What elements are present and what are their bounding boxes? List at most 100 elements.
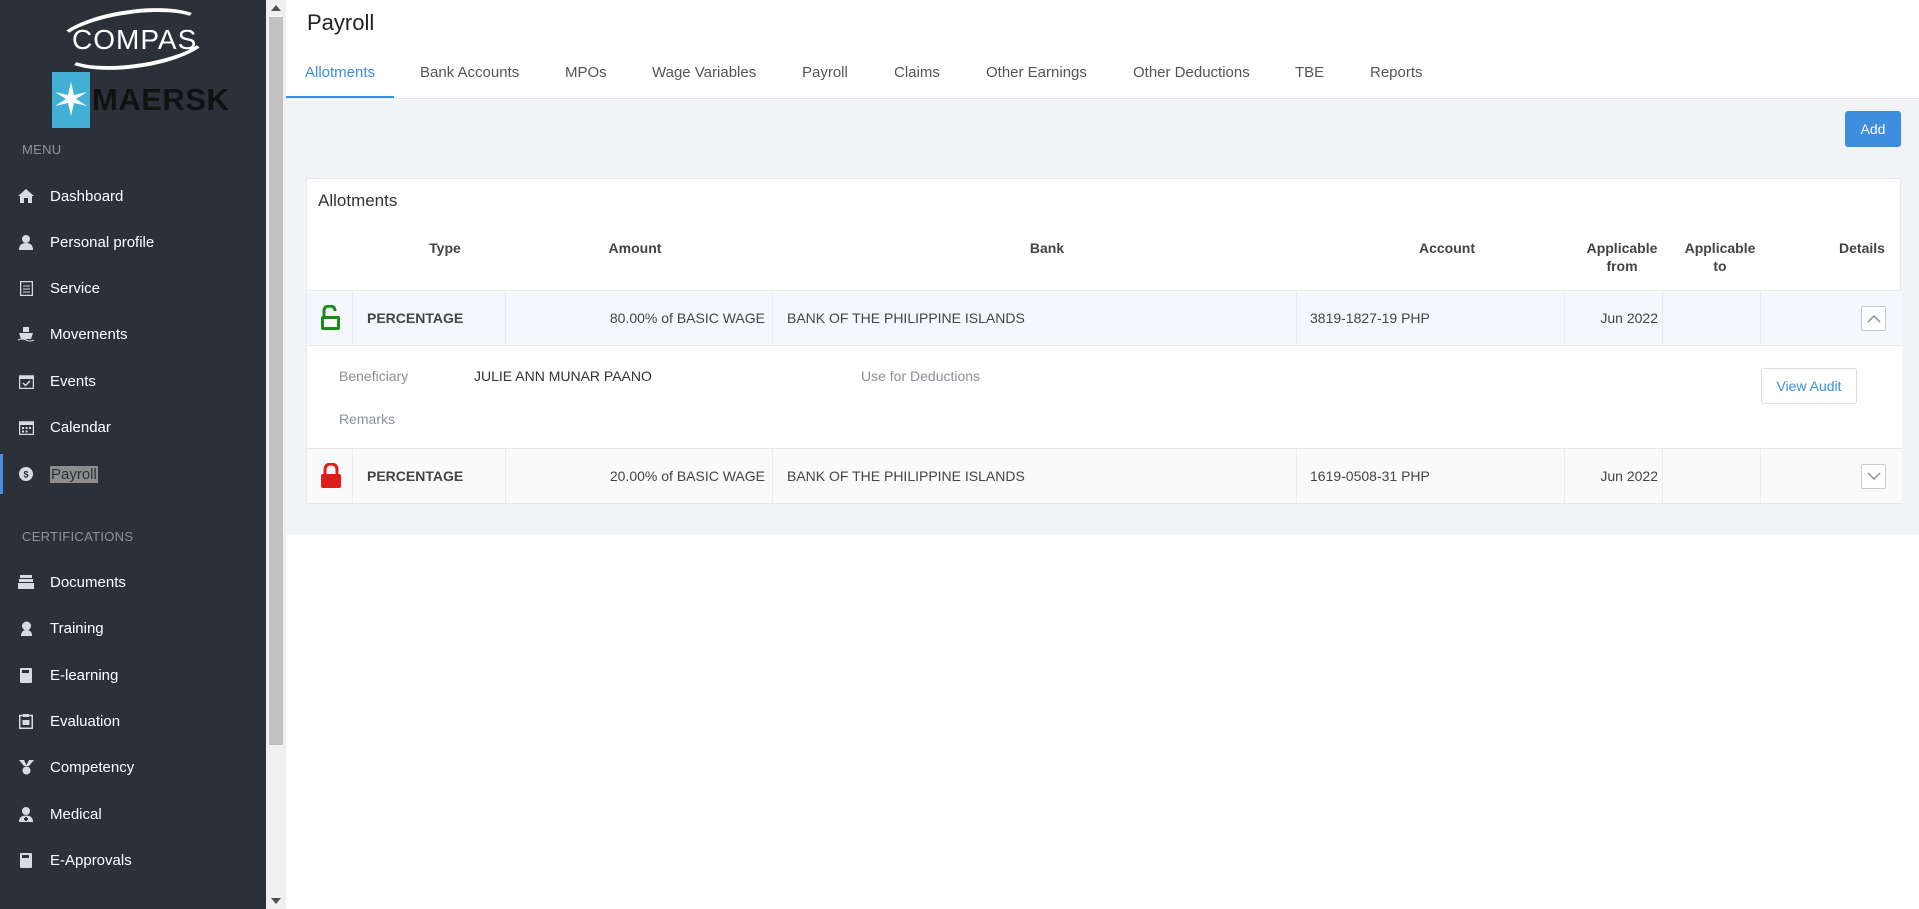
column-header-applicable-to-line2: to xyxy=(1713,258,1727,274)
sidebar-item-label: Training xyxy=(50,619,104,637)
tab-payroll[interactable]: Payroll xyxy=(802,64,848,81)
cell-applicable-from: Jun 2022 xyxy=(1600,310,1658,326)
sidebar-item-label: Evaluation xyxy=(50,712,121,730)
chevron-up-icon xyxy=(1866,310,1881,328)
home-icon xyxy=(18,188,34,204)
sidebar-item-documents[interactable]: Documents xyxy=(0,562,266,602)
beneficiary-value: JULIE ANN MUNAR PAANO xyxy=(474,368,652,384)
training-icon xyxy=(18,620,34,636)
column-header-applicable-from-line2: from xyxy=(1606,258,1638,274)
sidebar-item-label: Documents xyxy=(50,573,126,591)
sidebar-item-label: Service xyxy=(50,279,101,297)
tab-wage-variables[interactable]: Wage Variables xyxy=(652,64,756,81)
sidebar-item-label: Events xyxy=(50,372,96,390)
active-tab-indicator xyxy=(286,96,394,98)
chevron-down-icon xyxy=(1866,468,1881,486)
book-icon xyxy=(18,852,34,868)
scrollbar-thumb[interactable] xyxy=(269,17,283,745)
maersk-logo: MAERSK xyxy=(52,70,229,128)
main-content: Payroll Allotments Bank Accounts MPOs Wa… xyxy=(286,0,1919,909)
sidebar-item-events[interactable]: Events xyxy=(0,361,266,401)
cell-account: 3819-1827-19 PHP xyxy=(1310,310,1430,326)
clipboard-icon xyxy=(18,713,34,729)
sidebar-item-service[interactable]: Service xyxy=(0,268,266,308)
cell-bank: BANK OF THE PHILIPPINE ISLANDS xyxy=(787,310,1025,326)
sidebar-item-training[interactable]: Training xyxy=(0,608,266,648)
sidebar-item-dashboard[interactable]: Dashboard xyxy=(0,176,266,216)
maersk-logo-text: MAERSK xyxy=(92,82,230,117)
use-for-deductions-label: Use for Deductions xyxy=(861,368,981,384)
sidebar-item-movements[interactable]: Movements xyxy=(0,314,266,354)
cell-bank: BANK OF THE PHILIPPINE ISLANDS xyxy=(787,468,1025,484)
unlocked-icon xyxy=(320,304,342,336)
payroll-tabs: Allotments Bank Accounts MPOs Wage Varia… xyxy=(286,52,1919,99)
scroll-up-arrow-icon[interactable] xyxy=(271,5,281,11)
sidebar-item-label: E-learning xyxy=(50,666,119,684)
sidebar-item-evaluation[interactable]: Evaluation xyxy=(0,701,266,741)
sidebar-item-label: Competency xyxy=(50,758,135,776)
cell-account: 1619-0508-31 PHP xyxy=(1310,468,1430,484)
tab-reports[interactable]: Reports xyxy=(1370,64,1423,81)
sidebar-scrollbar[interactable] xyxy=(266,0,286,909)
locked-icon xyxy=(320,462,342,494)
column-header-applicable-to: Applicable to xyxy=(1675,239,1765,275)
table-row[interactable]: PERCENTAGE 80.00% of BASIC WAGE BANK OF … xyxy=(307,290,1902,346)
sidebar-item-medical[interactable]: Medical xyxy=(0,794,266,834)
sidebar: COMPAS MAERSK MENU Dashboard Personal pr… xyxy=(0,0,266,909)
sidebar-item-personal-profile[interactable]: Personal profile xyxy=(0,222,266,262)
beneficiary-label: Beneficiary xyxy=(339,368,409,384)
expand-row-button[interactable] xyxy=(1861,464,1886,489)
tab-tbe[interactable]: TBE xyxy=(1295,64,1324,81)
page-title: Payroll xyxy=(307,10,375,35)
column-header-account: Account xyxy=(1419,240,1475,256)
tab-other-earnings[interactable]: Other Earnings xyxy=(986,64,1087,81)
certifications-section-label: CERTIFICATIONS xyxy=(22,529,134,544)
sidebar-item-label: Dashboard xyxy=(50,187,124,205)
add-button[interactable]: Add xyxy=(1845,111,1901,147)
calendar-check-icon xyxy=(18,373,34,389)
sidebar-item-calendar[interactable]: Calendar xyxy=(0,407,266,447)
calendar-icon xyxy=(18,419,34,435)
sidebar-item-label: Medical xyxy=(50,805,102,823)
cell-amount: 20.00% of BASIC WAGE xyxy=(609,468,765,484)
sidebar-item-e-learning[interactable]: E-learning xyxy=(0,655,266,695)
tab-other-deductions[interactable]: Other Deductions xyxy=(1133,64,1250,81)
remarks-label: Remarks xyxy=(339,411,396,427)
column-header-amount: Amount xyxy=(608,240,662,256)
sidebar-item-label: Calendar xyxy=(50,418,111,436)
medal-icon xyxy=(18,759,34,775)
cell-amount: 80.00% of BASIC WAGE xyxy=(609,310,765,326)
sidebar-item-label: Movements xyxy=(50,325,128,343)
column-header-bank: Bank xyxy=(1029,240,1065,256)
table-row[interactable]: PERCENTAGE 20.00% of BASIC WAGE BANK OF … xyxy=(307,448,1902,504)
maersk-star-icon xyxy=(52,72,90,128)
view-audit-button[interactable]: View Audit xyxy=(1761,368,1857,404)
allotments-card: Allotments Type Amount Bank Account Appl… xyxy=(306,178,1902,504)
column-header-type: Type xyxy=(429,240,461,256)
compas-logo: COMPAS xyxy=(50,0,216,79)
tab-bank-accounts[interactable]: Bank Accounts xyxy=(420,64,519,81)
column-header-details: Details xyxy=(1839,240,1885,256)
sidebar-item-competency[interactable]: Competency xyxy=(0,747,266,787)
tab-allotments[interactable]: Allotments xyxy=(305,64,375,81)
scroll-down-arrow-icon[interactable] xyxy=(271,898,281,904)
document-icon xyxy=(18,280,34,296)
medical-icon xyxy=(18,806,34,822)
column-header-applicable-from-line1: Applicable xyxy=(1586,240,1658,256)
column-header-applicable-to-line1: Applicable xyxy=(1684,240,1756,256)
allotments-title: Allotments xyxy=(318,191,398,210)
compas-logo-text: COMPAS xyxy=(72,24,198,55)
dollar-icon: $ xyxy=(18,466,34,482)
stack-icon xyxy=(18,574,34,590)
sidebar-item-label: Personal profile xyxy=(50,233,155,251)
book-icon xyxy=(18,667,34,683)
sidebar-item-payroll[interactable]: $ Payroll xyxy=(0,454,266,494)
collapse-row-button[interactable] xyxy=(1861,306,1886,331)
column-header-applicable-from: Applicable from xyxy=(1577,239,1667,275)
sidebar-item-label: Payroll xyxy=(50,465,98,483)
tab-claims[interactable]: Claims xyxy=(894,64,940,81)
cell-type: PERCENTAGE xyxy=(367,468,464,484)
user-icon xyxy=(18,234,34,250)
sidebar-item-e-approvals[interactable]: E-Approvals xyxy=(0,840,266,880)
tab-mpos[interactable]: MPOs xyxy=(565,64,607,81)
